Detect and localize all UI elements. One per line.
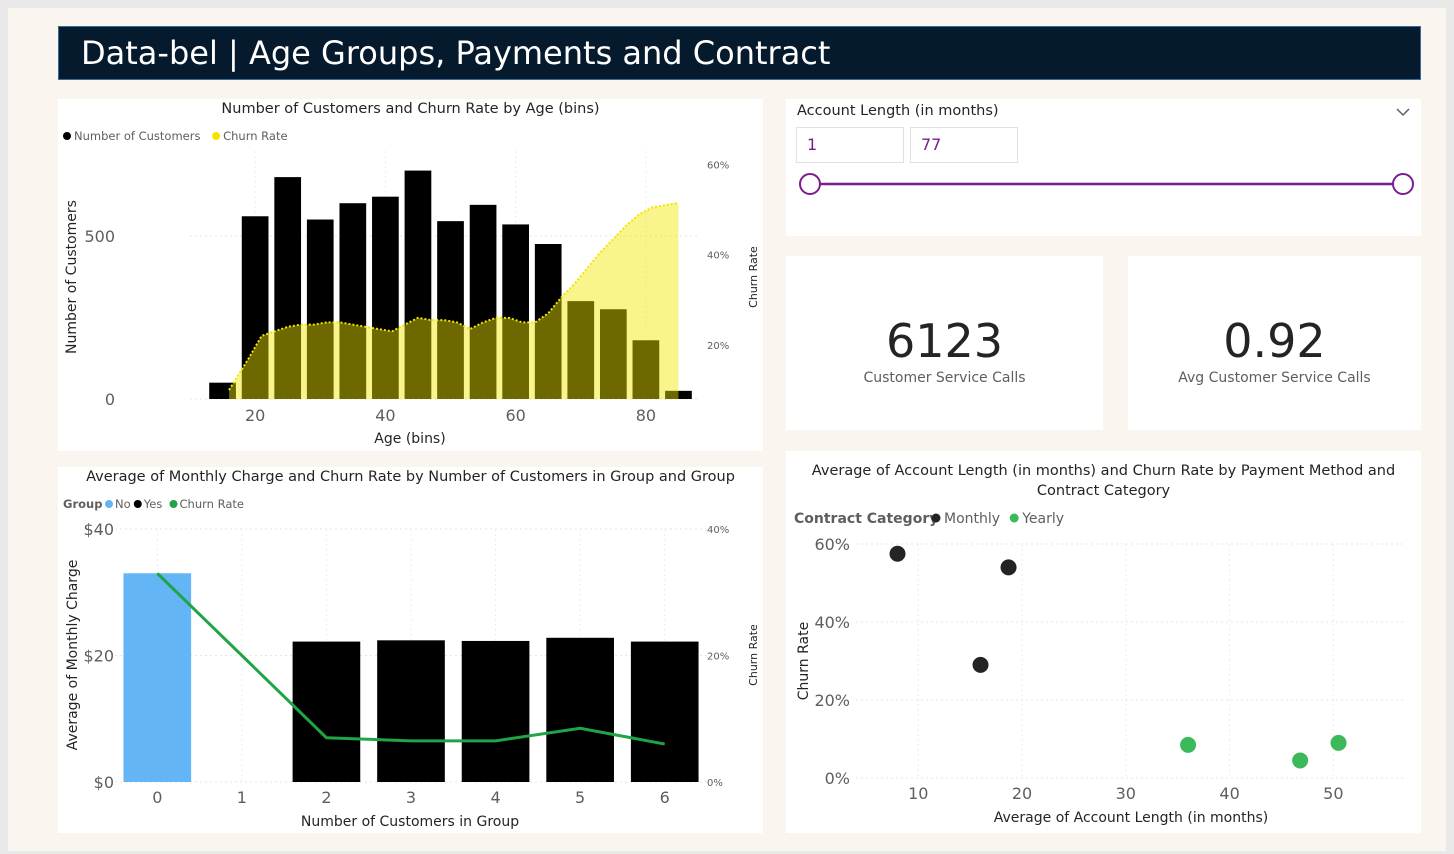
- monthly-point: [889, 545, 906, 562]
- x-axis-title: Number of Customers in Group: [301, 814, 519, 830]
- x-tick-label: 80: [636, 406, 656, 425]
- x-tick-label: 2: [321, 788, 331, 807]
- x-axis-title: Average of Account Length (in months): [994, 810, 1268, 826]
- group-no-bar: [123, 573, 192, 782]
- page-title: Data-bel | Age Groups, Payments and Cont…: [58, 26, 1421, 80]
- y2-tick-label: 20%: [707, 652, 729, 663]
- monthly-point: [1000, 559, 1017, 576]
- y2-tick-label: 40%: [707, 251, 729, 262]
- yearly-point: [1330, 734, 1347, 751]
- legend-title: Group: [63, 497, 102, 511]
- group-yes-bar: [377, 640, 445, 782]
- legend-marker: [133, 500, 142, 508]
- x-tick-label: 40: [1219, 784, 1239, 803]
- y-tick-label: 60%: [814, 535, 850, 554]
- group-yes-bar: [546, 637, 614, 782]
- x-tick-label: 50: [1323, 784, 1343, 803]
- x-tick-label: 4: [490, 788, 500, 807]
- group-yes-bar: [630, 641, 699, 782]
- group-chart-panel: Average of Monthly Charge and Churn Rate…: [58, 467, 763, 833]
- y2-tick-label: 0%: [707, 778, 723, 789]
- y2-tick-label: 40%: [707, 525, 729, 536]
- y-tick-label: 0: [105, 390, 115, 409]
- slicer-max-input[interactable]: 77: [910, 127, 1018, 163]
- kpi-value: 0.92: [1223, 314, 1326, 368]
- legend-label: Churn Rate: [223, 129, 287, 143]
- legend-marker: [931, 513, 941, 523]
- age-chart[interactable]: Number of Customers Churn Rate 500 0 20 40 60 8…: [58, 99, 763, 451]
- legend-marker: [1009, 513, 1019, 523]
- legend-marker: [63, 132, 71, 140]
- monthly-point: [972, 656, 989, 673]
- kpi-value: 6123: [885, 314, 1004, 368]
- x-tick-label: 6: [660, 788, 670, 807]
- legend-label: Monthly: [944, 511, 1000, 527]
- kpi-label: Avg Customer Service Calls: [1178, 370, 1371, 386]
- x-tick-label: 10: [908, 784, 928, 803]
- range-slider[interactable]: [786, 164, 1421, 204]
- yearly-point: [1180, 736, 1197, 753]
- legend-title: Contract Category: [794, 511, 938, 527]
- y2-tick-label: 60%: [707, 161, 729, 172]
- x-tick-label: 40: [375, 406, 395, 425]
- account-length-slicer[interactable]: Account Length (in months) 1 77: [786, 99, 1421, 236]
- slider-max-handle: [1392, 173, 1414, 195]
- x-tick-label: 3: [406, 788, 416, 807]
- legend-label: Number of Customers: [74, 129, 200, 143]
- group-yes-bar: [461, 640, 530, 782]
- x-tick-label: 20: [1012, 784, 1032, 803]
- y-tick-label: 0%: [825, 769, 850, 788]
- y-tick-label: $40: [83, 520, 114, 539]
- x-tick-label: 30: [1116, 784, 1136, 803]
- y-axis-title: Churn Rate: [796, 622, 812, 700]
- slicer-title: Account Length (in months): [797, 103, 999, 119]
- chevron-down-icon[interactable]: [1395, 107, 1411, 117]
- group-chart[interactable]: Group No Yes Churn Rate $40 $20 $0 0 1 2 3 4 5 6 40% 20…: [58, 467, 763, 833]
- x-tick-label: 5: [575, 788, 585, 807]
- age-chart-panel: Number of Customers and Churn Rate by Ag…: [58, 99, 763, 451]
- y2-axis-title: Churn Rate: [747, 624, 760, 686]
- y-tick-label: 500: [84, 227, 115, 246]
- scatter-chart[interactable]: Contract Category Monthly Yearly 60% 40% 20% 0…: [786, 451, 1421, 833]
- legend-label: No: [115, 497, 131, 511]
- x-tick-label: 0: [152, 788, 162, 807]
- y-tick-label: $20: [83, 647, 114, 666]
- y-tick-label: $0: [94, 773, 114, 792]
- y-axis-title: Number of Customers: [64, 200, 80, 354]
- kpi-card-avg-calls: 0.92 Avg Customer Service Calls: [1128, 256, 1421, 430]
- legend-marker: [212, 132, 221, 140]
- x-tick-label: 60: [505, 406, 525, 425]
- x-tick-label: 1: [237, 788, 247, 807]
- y2-tick-label: 20%: [707, 341, 729, 352]
- legend-label: Yes: [143, 497, 163, 511]
- group-yes-bar: [292, 641, 361, 782]
- legend-marker: [169, 500, 178, 508]
- x-axis-title: Age (bins): [374, 431, 445, 447]
- legend-label: Churn Rate: [180, 497, 244, 511]
- scatter-chart-panel: Average of Account Length (in months) an…: [786, 451, 1421, 833]
- slicer-min-input[interactable]: 1: [796, 127, 904, 163]
- legend-marker: [105, 500, 113, 508]
- x-tick-label: 20: [245, 406, 265, 425]
- legend-label: Yearly: [1021, 511, 1064, 527]
- y2-axis-title: Churn Rate: [747, 246, 760, 308]
- kpi-label: Customer Service Calls: [863, 370, 1026, 386]
- slider-min-handle: [799, 173, 821, 195]
- y-tick-label: 40%: [814, 613, 850, 632]
- y-tick-label: 20%: [814, 691, 850, 710]
- y-axis-title: Average of Monthly Charge: [65, 560, 81, 751]
- yearly-point: [1292, 752, 1309, 769]
- kpi-card-calls: 6123 Customer Service Calls: [786, 256, 1103, 430]
